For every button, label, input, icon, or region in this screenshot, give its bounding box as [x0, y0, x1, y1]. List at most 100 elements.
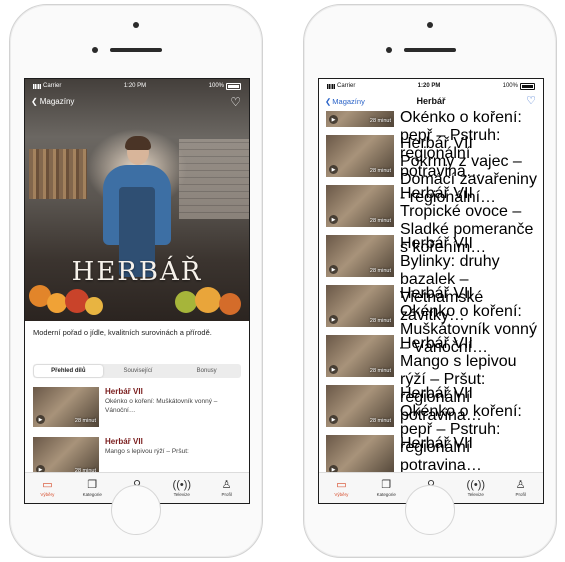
profile-icon: ♙	[515, 479, 526, 491]
segment-related[interactable]: Související	[104, 364, 173, 378]
hero-image: HERBÁŘ Carrier 1:20 PM 100% ❮ Magazíny ♡	[25, 79, 249, 321]
play-icon: ▶	[329, 415, 338, 424]
segment-overview[interactable]: Přehled dílů	[34, 365, 103, 377]
right-phone-frame: Carrier 1:20 PM 100% ❮ Magazíny Herbář ♡…	[303, 4, 557, 558]
show-description: Moderní pořad o jídle, kvalitních surovi…	[25, 321, 249, 361]
episode-subtitle: Mango s lepivou rýží – Pršut:	[105, 448, 189, 455]
battery-percent: 100%	[208, 83, 224, 89]
tab-profil[interactable]: ♙ Profil	[498, 473, 543, 503]
tab-vybery[interactable]: ▭ Výběry	[25, 473, 70, 503]
play-icon: ▶	[329, 115, 338, 124]
front-camera	[386, 47, 392, 53]
right-screen: Carrier 1:20 PM 100% ❮ Magazíny Herbář ♡…	[318, 78, 544, 504]
duration-label: 28 minut	[369, 118, 391, 124]
episode-item[interactable]: ▶ 28 minut Herbář VII Bylinky: druhy bazal…	[326, 235, 538, 324]
episode-thumbnail: ▶ 28 minut	[326, 285, 394, 327]
tv-icon: ▭	[42, 479, 53, 491]
episode-thumbnail: ▶ 28 minut	[326, 335, 394, 377]
left-screen: HERBÁŘ Carrier 1:20 PM 100% ❮ Magazíny ♡…	[24, 78, 250, 504]
duration-label: 28 minut	[369, 218, 391, 224]
back-label: Magazíny	[39, 97, 75, 106]
camera-dot	[427, 22, 433, 28]
play-icon: ▶	[329, 315, 338, 324]
episode-thumbnail: ▶ 28 minut	[326, 185, 394, 227]
tab-label: Televize	[173, 492, 190, 497]
play-icon: ▶	[329, 215, 338, 224]
episode-title: Herbář VII	[400, 285, 473, 302]
duration-label: 28 minut	[369, 368, 391, 374]
duration-label: 28 minut	[369, 268, 391, 274]
carrier-label: Carrier	[43, 83, 62, 89]
duration-label: 28 minut	[74, 418, 96, 424]
episode-title: Herbář VII	[105, 437, 143, 446]
tv-icon: ▭	[336, 479, 347, 491]
home-button[interactable]	[111, 485, 161, 535]
tab-kategorie[interactable]: ❐ Kategorie	[364, 473, 409, 503]
chevron-left-icon: ❮	[31, 97, 38, 106]
episode-thumbnail: ▶ 28 minut	[33, 437, 99, 477]
status-time: 1:20 PM	[123, 83, 147, 89]
back-button[interactable]: ❮ Magazíny	[31, 97, 74, 106]
episode-item[interactable]: ▶ 28 minut Herbář VII Mango s lepivou rýží…	[326, 335, 538, 424]
duration-label: 28 minut	[369, 318, 391, 324]
signal-icon	[33, 83, 41, 89]
show-logo: HERBÁŘ	[71, 257, 203, 287]
home-button[interactable]	[405, 485, 455, 535]
episode-item[interactable]: ▶ 28 minut Herbář VII Okénko o koření: pep…	[326, 385, 538, 473]
favorite-heart-icon[interactable]: ♡	[230, 95, 241, 109]
episode-title: Herbář VII	[400, 185, 473, 202]
kitchen-shelf	[29, 149, 87, 199]
episode-thumbnail: ▶ 28 minut	[33, 387, 99, 427]
episode-thumbnail: ▶ 28 minut	[326, 385, 394, 427]
navigation-bar: ❮ Magazíny Herbář ♡	[319, 93, 543, 109]
battery-percent: 100%	[502, 83, 518, 89]
tab-label: Televize	[467, 492, 484, 497]
status-bar: Carrier 1:20 PM 100%	[319, 79, 543, 93]
episode-thumbnail: ▶ 28 minut	[326, 135, 394, 177]
segment-bonus[interactable]: Bonusy	[172, 364, 241, 378]
left-phone-frame: HERBÁŘ Carrier 1:20 PM 100% ❮ Magazíny ♡…	[9, 4, 263, 558]
battery-icon	[226, 82, 241, 90]
episode-title: Herbář VII	[400, 435, 473, 452]
tab-kategorie[interactable]: ❐ Kategorie	[70, 473, 115, 503]
tab-televize[interactable]: ((•)) Televize	[453, 473, 498, 503]
tab-label: Kategorie	[376, 492, 396, 497]
episode-item[interactable]: ▶ Herbář VII	[326, 435, 538, 473]
segmented-control: Přehled dílů Související Bonusy	[33, 364, 241, 378]
page-title: Herbář	[416, 96, 446, 106]
duration-label: 28 minut	[369, 418, 391, 424]
carrier-label: Carrier	[337, 83, 356, 89]
tab-vybery[interactable]: ▭ Výběry	[319, 473, 364, 503]
episode-item[interactable]: ▶ 28 minut Herbář VII Okénko o koření: M…	[33, 387, 243, 429]
episode-title: Herbář VII	[400, 385, 473, 402]
episode-title: Herbář VII	[105, 387, 143, 396]
play-icon: ▶	[36, 415, 45, 424]
episode-item[interactable]: ▶ 28 minut Okénko o koření: pepř – Pstru…	[326, 111, 538, 180]
episode-item[interactable]: ▶ 28 minut Herbář VII Pokrmy z vajec – Dom…	[326, 135, 538, 206]
status-time: 1:20 PM	[417, 83, 441, 89]
episode-item[interactable]: ▶ 28 minut Herbář VII Okénko o koření: Muš…	[326, 285, 538, 356]
episode-title: Herbář VII	[400, 135, 473, 152]
broadcast-icon: ((•))	[172, 479, 192, 491]
earpiece-speaker	[110, 48, 162, 52]
episode-item[interactable]: ▶ 28 minut Herbář VII Tropické ovoce – Sla…	[326, 185, 538, 256]
episode-thumbnail: ▶ 28 minut	[326, 235, 394, 277]
front-camera	[92, 47, 98, 53]
favorite-heart-icon[interactable]: ♡	[526, 94, 536, 107]
episode-thumbnail: ▶	[326, 435, 394, 473]
profile-icon: ♙	[221, 479, 232, 491]
categories-icon: ❐	[381, 479, 392, 491]
battery-icon	[519, 82, 535, 90]
brick-wall	[179, 139, 249, 219]
episode-thumbnail: ▶ 28 minut	[326, 111, 394, 127]
camera-dot	[133, 22, 139, 28]
play-icon: ▶	[329, 165, 338, 174]
tab-profil[interactable]: ♙ Profil	[204, 473, 249, 503]
broadcast-icon: ((•))	[466, 479, 486, 491]
episode-title: Herbář VII	[400, 235, 473, 252]
tab-label: Profil	[221, 492, 232, 497]
episode-title: Herbář VII	[400, 335, 473, 352]
signal-icon	[327, 83, 335, 89]
tab-televize[interactable]: ((•)) Televize	[159, 473, 204, 503]
episode-subtitle: Okénko o koření: Muškátovník vonný – Ván…	[105, 398, 218, 414]
